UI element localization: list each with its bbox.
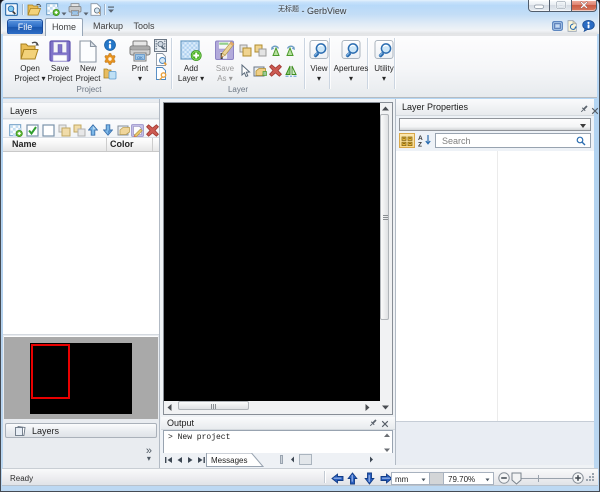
svg-text:OK: OK	[137, 55, 143, 60]
svg-text:Messages: Messages	[211, 456, 247, 465]
svg-text:Z: Z	[418, 142, 422, 148]
